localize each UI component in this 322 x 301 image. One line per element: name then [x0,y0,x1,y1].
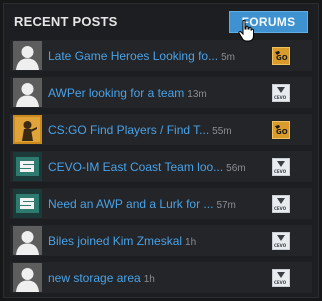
post-age: 13m [187,89,207,100]
post-age: 56m [226,163,246,174]
default-avatar-icon[interactable] [13,263,42,292]
default-avatar-icon[interactable] [13,41,42,70]
svg-text:CEVO: CEVO [274,280,287,285]
svg-text:GO: GO [276,54,288,62]
post-row[interactable]: CEVO-IM East Coast Team loo... 56m CEVO [10,151,312,182]
cevo-game-icon[interactable]: CEVO [272,232,290,250]
post-title-link[interactable]: Biles joined Kim Zmeskal 1h [48,234,258,248]
post-row[interactable]: new storage area 1h CEVO [10,262,312,293]
csgo-game-icon[interactable]: GO [272,121,290,139]
post-row[interactable]: CS:GO Find Players / Find T... 55m GO [10,114,312,145]
post-row[interactable]: Biles joined Kim Zmeskal 1h CEVO [10,225,312,256]
post-age: 55m [212,126,232,137]
svg-text:CEVO: CEVO [274,169,287,174]
post-title-link[interactable]: new storage area 1h [48,271,258,285]
team-logo-avatar-icon[interactable] [13,152,42,181]
svg-text:CEVO: CEVO [274,206,287,211]
post-age: 57m [216,200,236,211]
svg-text:CEVO: CEVO [274,95,287,100]
default-avatar-icon[interactable] [13,226,42,255]
svg-text:GO: GO [276,128,288,136]
post-title-link[interactable]: CEVO-IM East Coast Team loo... 56m [48,160,258,174]
post-title-link[interactable]: CS:GO Find Players / Find T... 55m [48,123,258,137]
post-title-link[interactable]: AWPer looking for a team 13m [48,86,258,100]
widget-header: RECENT POSTS FORUMS [4,4,318,36]
csgo-logo-avatar-icon[interactable] [13,115,42,144]
post-row[interactable]: AWPer looking for a team 13m CEVO [10,77,312,108]
post-row[interactable]: Late Game Heroes Looking fo... 5m GO [10,40,312,71]
post-title-link[interactable]: Late Game Heroes Looking fo... 5m [48,49,258,63]
svg-text:CEVO: CEVO [274,243,287,248]
hand-cursor-icon [238,20,254,42]
team-logo-avatar-icon[interactable] [13,189,42,218]
post-title-link[interactable]: Need an AWP and a Lurk for ... 57m [48,197,258,211]
widget-title: RECENT POSTS [14,14,118,29]
cevo-game-icon[interactable]: CEVO [272,84,290,102]
default-avatar-icon[interactable] [13,78,42,107]
post-age: 5m [221,52,236,63]
post-age: 1h [185,237,197,248]
csgo-game-icon[interactable]: GO [272,47,290,65]
post-age: 1h [143,274,155,285]
recent-posts-widget: RECENT POSTS FORUMS Late Game Heroes Loo… [3,3,319,298]
cevo-game-icon[interactable]: CEVO [272,269,290,287]
cevo-game-icon[interactable]: CEVO [272,195,290,213]
cevo-game-icon[interactable]: CEVO [272,158,290,176]
post-row[interactable]: Need an AWP and a Lurk for ... 57m CEVO [10,188,312,219]
